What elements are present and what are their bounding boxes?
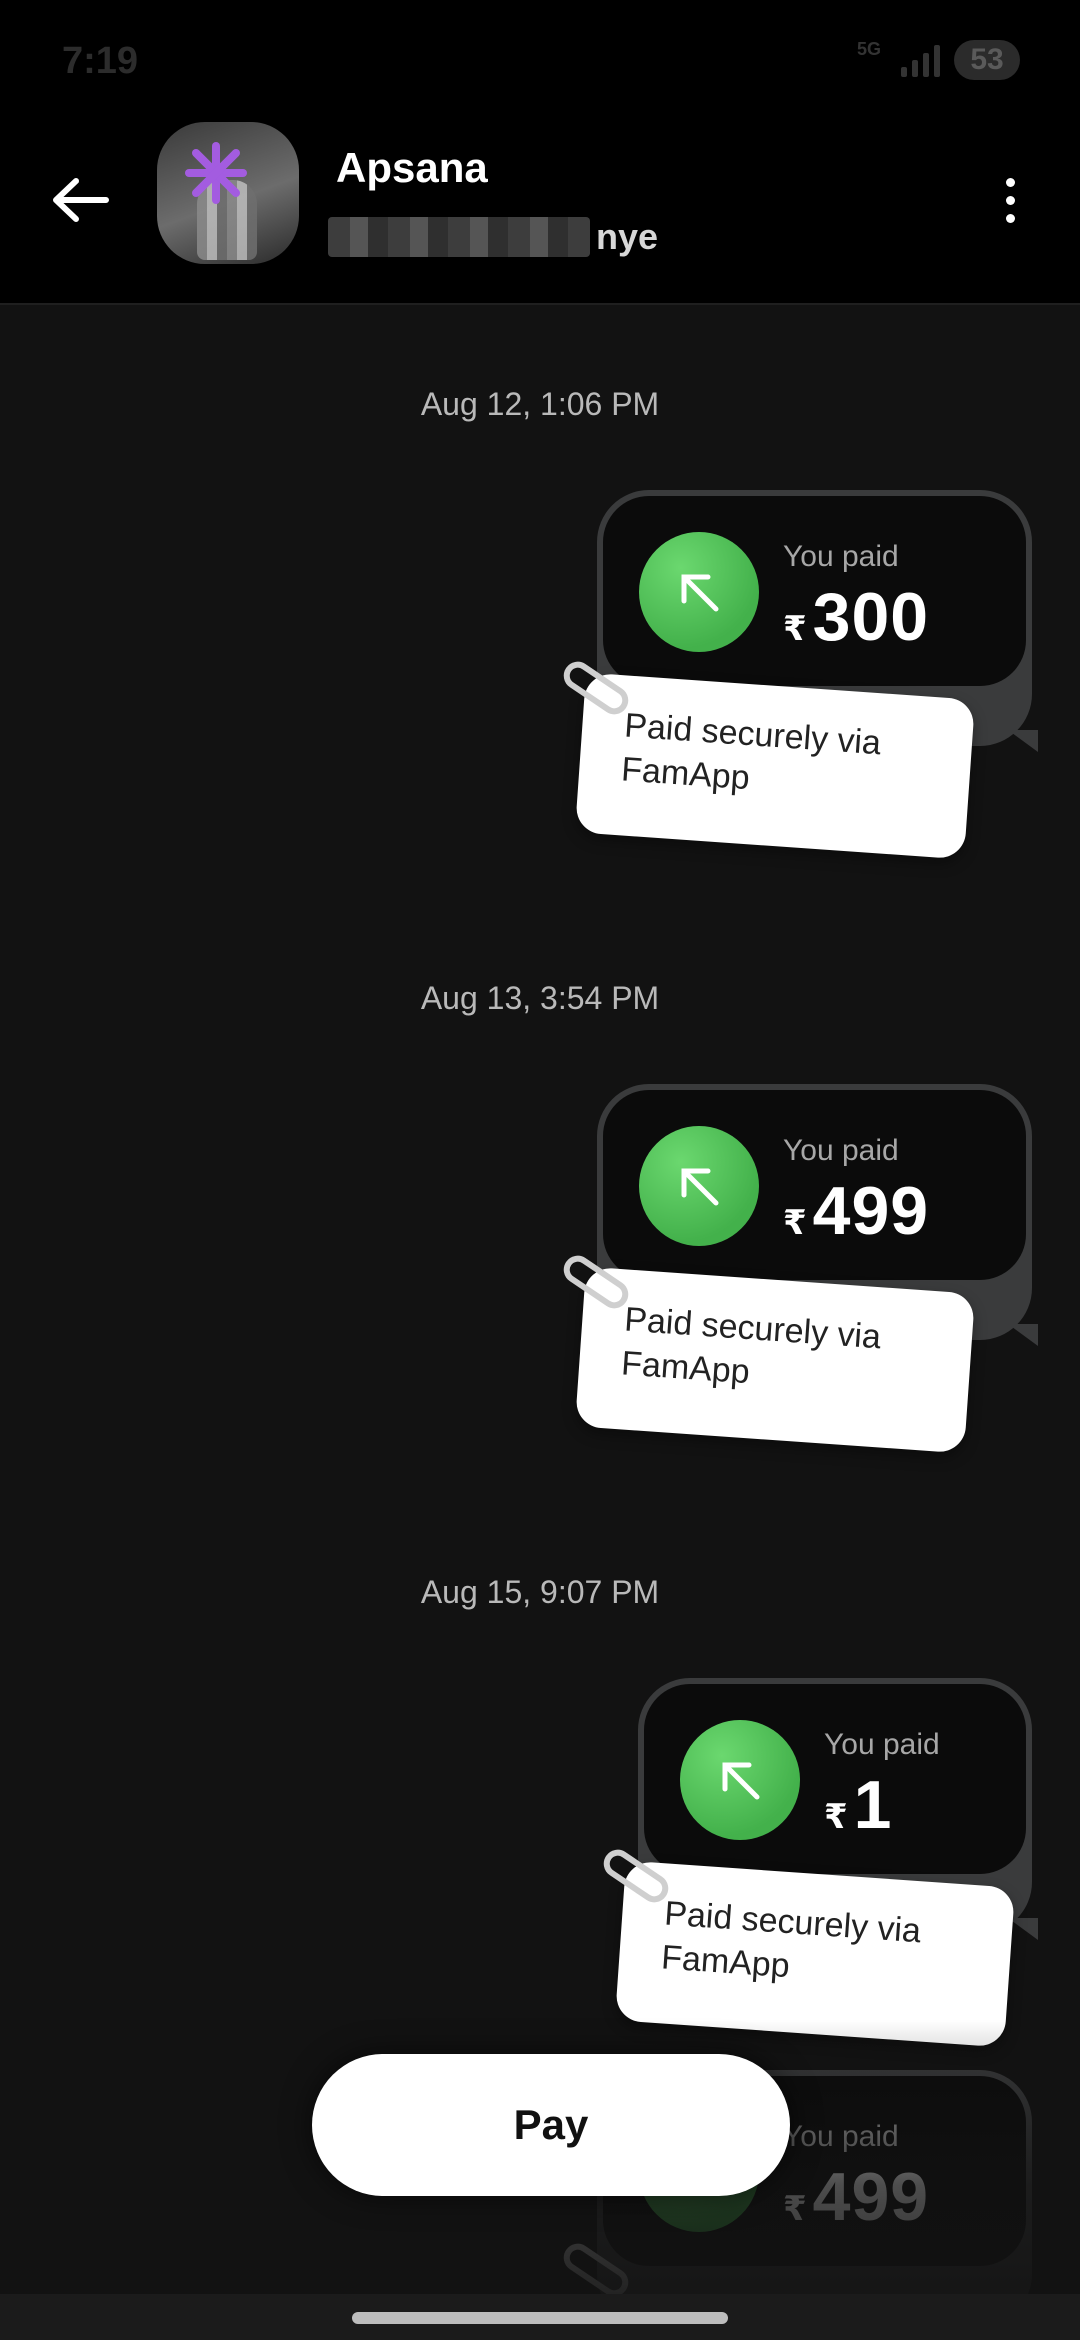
back-button[interactable] (40, 160, 120, 240)
payment-note: Paid securely via FamApp (574, 1266, 976, 1454)
payment-icon-circle (680, 1720, 800, 1840)
sparkle-icon (185, 142, 247, 204)
message-timestamp: Aug 15, 9:07 PM (420, 1574, 660, 1610)
contact-upi-suffix: nye (596, 216, 659, 257)
more-vertical-icon (1005, 177, 1015, 187)
arrow-left-icon (53, 178, 109, 222)
network-type-icon: 5G (856, 39, 881, 59)
payment-amount: ₹ 499 (783, 1173, 930, 1249)
payment-note: Paid securely via FamApp (574, 672, 976, 860)
paid-label: You paid (783, 540, 899, 573)
payment-amount: ₹ 300 (783, 579, 930, 655)
home-indicator[interactable] (352, 2312, 728, 2324)
more-options-button[interactable] (980, 160, 1040, 240)
contact-upi-id: nye (328, 216, 658, 258)
payment-icon-circle (639, 1126, 759, 1246)
arrow-up-left-icon (681, 574, 719, 612)
status-bar: 7:19 5G 53 (0, 0, 1080, 120)
message-timestamp: Aug 13, 3:54 PM (420, 980, 660, 1016)
status-time: 7:19 (62, 40, 139, 82)
payment-amount: ₹ 1 (824, 1767, 893, 1843)
redacted-text (328, 217, 590, 257)
payment-note: Paid securely via FamApp (614, 1860, 1016, 2048)
paid-label: You paid (783, 2120, 899, 2153)
contact-name[interactable]: Apsana (336, 144, 488, 192)
payment-amount: ₹ 499 (783, 2159, 930, 2235)
contact-avatar[interactable] (157, 122, 299, 264)
chat-thread[interactable]: Aug 12, 1:06 PM You paid ₹ 300 Paid secu… (0, 306, 1080, 2326)
pay-button[interactable]: Pay (312, 2054, 790, 2196)
message-timestamp: Aug 12, 1:06 PM (420, 386, 660, 422)
paid-label: You paid (824, 1728, 940, 1761)
arrow-up-left-icon (681, 1168, 719, 1206)
status-icons: 5G 53 (851, 40, 1020, 80)
paid-label: You paid (783, 1134, 899, 1167)
arrow-up-left-icon (722, 1762, 760, 1800)
chat-header: Apsana nye (0, 120, 1080, 305)
battery-icon: 53 (954, 40, 1020, 80)
signal-icon (901, 43, 940, 77)
payment-icon-circle (639, 532, 759, 652)
